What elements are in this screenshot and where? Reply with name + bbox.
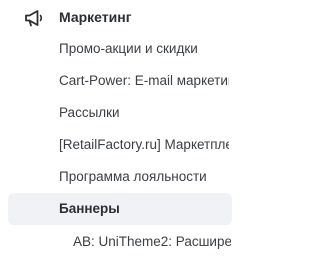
- sidebar-item-newsletters[interactable]: Рассылки: [8, 97, 232, 129]
- sidebar-subitem-unitheme2-banners[interactable]: AB: UniTheme2: Расширенные баннеры: [8, 227, 232, 257]
- sidebar-item-label: Программа лояльности: [59, 169, 207, 184]
- sidebar-item-label: Промо-акции и скидки: [59, 41, 198, 56]
- sidebar-item-label: [RetailFactory.ru] Маркетплейс: [59, 137, 229, 152]
- sidebar-item-cart-power-email[interactable]: Cart-Power: E-mail маркетинг: [8, 65, 232, 97]
- megaphone-icon: [25, 10, 43, 27]
- sidebar-item-label: Cart-Power: E-mail маркетинг: [59, 73, 229, 88]
- sidebar-item-promotions[interactable]: Промо-акции и скидки: [8, 33, 232, 65]
- sidebar-item-label: Рассылки: [59, 105, 120, 120]
- sidebar-item-label: Баннеры: [59, 201, 120, 216]
- sidebar-item-banners[interactable]: Баннеры: [8, 193, 232, 225]
- sidebar-item-retailfactory-marketplace[interactable]: [RetailFactory.ru] Маркетплейс: [8, 129, 232, 161]
- sidebar-section-label: Маркетинг: [59, 9, 132, 25]
- sidebar-section-marketing[interactable]: Маркетинг: [0, 0, 241, 36]
- sidebar-subitem-label: AB: UniTheme2: Расширенные баннеры: [73, 234, 231, 249]
- sidebar-menu: Маркетинг Промо-акции и скидки Cart-Powe…: [0, 0, 241, 261]
- sidebar-item-loyalty-program[interactable]: Программа лояльности: [8, 161, 232, 193]
